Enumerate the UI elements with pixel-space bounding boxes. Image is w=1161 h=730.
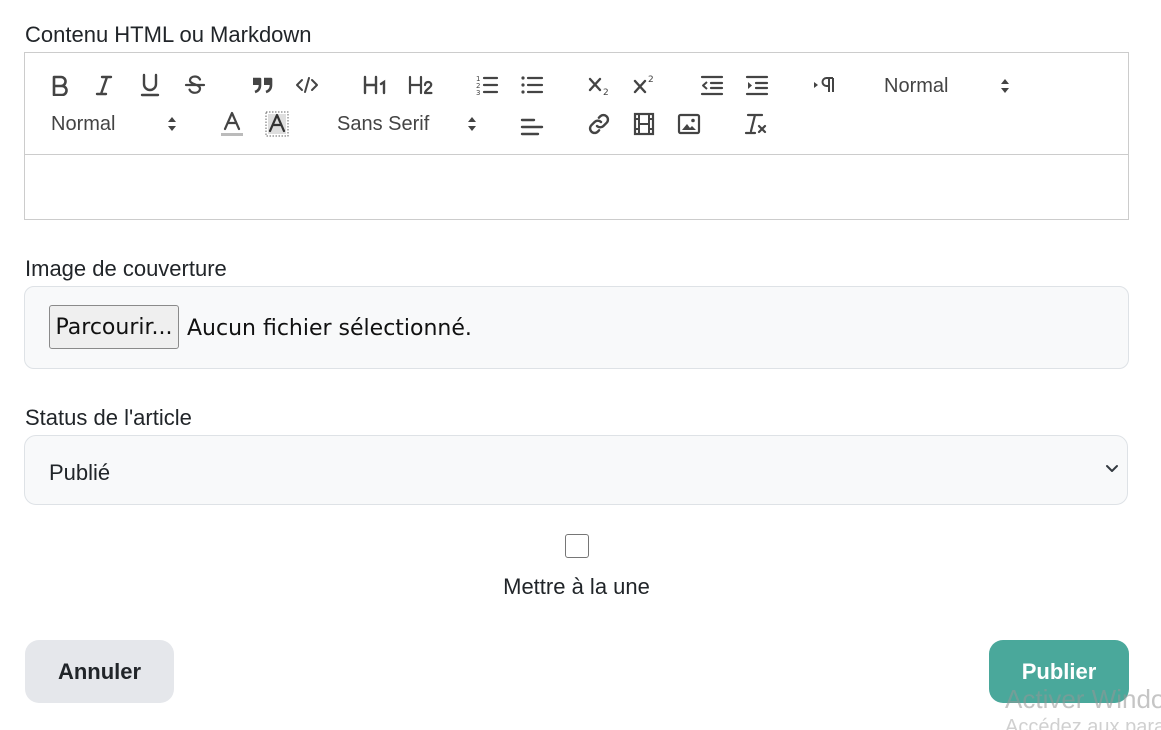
caret-up-down-icon [168, 117, 176, 131]
indent-button[interactable] [741, 70, 773, 100]
superscript-icon: 2 [633, 75, 654, 94]
status-select[interactable]: Publié [24, 435, 1128, 505]
underline-icon [140, 73, 160, 97]
superscript-button[interactable]: 2 [628, 70, 660, 100]
editor-content-area[interactable] [25, 156, 1128, 220]
strikethrough-icon [184, 75, 206, 94]
outdent-icon [700, 75, 724, 96]
text-color-icon [221, 111, 243, 136]
svg-text:2: 2 [648, 75, 654, 85]
rtl-paragraph-icon [814, 77, 834, 92]
image-icon [677, 113, 701, 135]
rich-text-editor: 123 2 2 Normal Normal Sans Serif [24, 52, 1129, 220]
activation-watermark: Activer Windows [1005, 684, 1161, 714]
browse-button[interactable]: Parcourir... [49, 305, 179, 349]
activation-watermark-subtitle: Accédez aux paramètres [1005, 716, 1161, 730]
editor-label: Contenu HTML ou Markdown [25, 22, 312, 47]
cover-image-file-input[interactable]: Parcourir... Aucun fichier sélectionné. [24, 286, 1129, 369]
svg-text:2: 2 [603, 88, 609, 97]
video-button[interactable] [628, 109, 660, 139]
font-picker[interactable]: Sans Serif [337, 109, 477, 139]
header-picker[interactable]: Normal [884, 71, 1010, 101]
clear-format-button[interactable] [741, 109, 773, 139]
blockquote-icon [253, 77, 273, 94]
heading-1-icon [363, 75, 386, 95]
image-button[interactable] [673, 109, 705, 139]
video-film-icon [633, 112, 655, 136]
size-picker-label: Normal [51, 112, 116, 135]
featured-label: Mettre à la une [503, 574, 650, 599]
font-picker-label: Sans Serif [337, 112, 430, 135]
subscript-button[interactable]: 2 [583, 70, 615, 100]
cancel-button[interactable]: Annuler [25, 640, 174, 703]
clear-format-icon [744, 113, 767, 135]
header-picker-label: Normal [884, 74, 949, 97]
cover-image-label: Image de couverture [25, 256, 227, 281]
header-1-button[interactable] [358, 70, 394, 100]
caret-up-down-icon [1001, 79, 1009, 93]
caret-up-down-icon [468, 117, 476, 131]
underline-button[interactable] [134, 70, 166, 100]
file-status-text: Aucun fichier sélectionné. [187, 316, 472, 341]
align-left-icon [520, 118, 544, 136]
italic-button[interactable] [88, 70, 120, 100]
heading-2-icon [408, 75, 433, 95]
ordered-list-icon: 123 [476, 75, 499, 96]
strike-button[interactable] [179, 70, 211, 100]
align-button[interactable] [516, 111, 548, 141]
bold-icon [52, 75, 68, 96]
background-color-button[interactable] [261, 109, 293, 139]
indent-icon [745, 75, 769, 96]
text-color-button[interactable] [216, 109, 248, 139]
blockquote-button[interactable] [246, 70, 278, 100]
subscript-icon: 2 [588, 77, 609, 97]
status-label: Status de l'article [25, 405, 192, 430]
italic-icon [95, 75, 113, 96]
text-direction-button[interactable] [808, 70, 840, 100]
chevron-down-icon [1106, 465, 1118, 472]
highlight-color-icon [265, 111, 289, 137]
featured-checkbox[interactable] [565, 534, 589, 558]
svg-text:3: 3 [476, 89, 480, 96]
link-icon [588, 113, 610, 135]
link-button[interactable] [583, 109, 615, 139]
size-picker[interactable]: Normal [51, 109, 177, 139]
bullet-list-button[interactable] [516, 70, 548, 100]
bullet-list-icon [521, 76, 544, 94]
ordered-list-button[interactable]: 123 [471, 70, 503, 100]
outdent-button[interactable] [696, 70, 728, 100]
code-icon [296, 77, 318, 93]
status-selected-value: Publié [49, 460, 111, 485]
header-2-button[interactable] [403, 70, 439, 100]
code-block-button[interactable] [291, 70, 323, 100]
editor-toolbar: 123 2 2 Normal Normal Sans Serif [25, 53, 1128, 155]
bold-button[interactable] [44, 70, 76, 100]
